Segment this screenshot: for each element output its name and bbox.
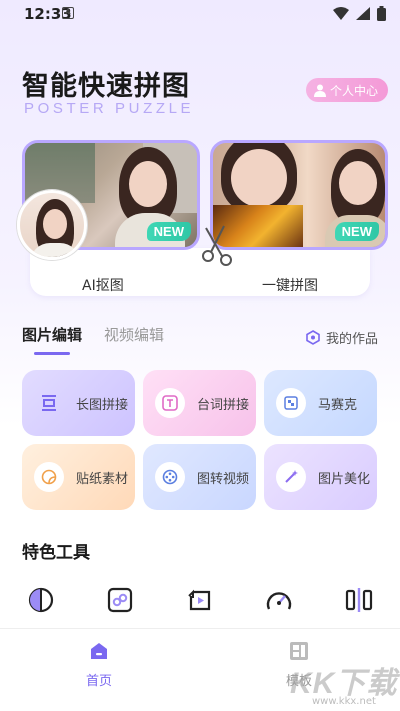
tool-image-to-video[interactable]: 图转视频 xyxy=(143,444,256,510)
nav-home-label: 首页 xyxy=(86,674,113,689)
status-bar: 12:33 A xyxy=(0,0,400,28)
portrait-face xyxy=(129,161,167,207)
portrait-face xyxy=(231,149,287,207)
ai-cutout-label: AI抠图 xyxy=(82,278,124,294)
nav-home[interactable]: 首页 xyxy=(86,640,112,689)
special-tools-title: 特色工具 xyxy=(22,543,90,563)
tool-label: 图片美化 xyxy=(318,471,371,487)
tool-subtitle-stitch[interactable]: 台词拼接 xyxy=(143,370,256,436)
rotate-video-icon[interactable] xyxy=(186,586,214,614)
tool-label: 图转视频 xyxy=(197,471,250,487)
page-title: 智能快速拼图 xyxy=(22,71,190,102)
split-icon[interactable] xyxy=(345,586,373,614)
personal-center-button[interactable]: 个人中心 xyxy=(305,78,388,102)
one-click-collage-label: 一键拼图 xyxy=(262,278,318,294)
my-works-label: 我的作品 xyxy=(325,332,378,347)
watermark-url: www.kkx.net xyxy=(312,696,376,707)
page-subtitle: POSTER PUZZLE xyxy=(24,100,195,117)
new-badge: NEW xyxy=(146,222,191,241)
long-image-icon xyxy=(34,388,64,418)
signal-icon xyxy=(356,7,370,20)
app-notification-icon: A xyxy=(62,7,74,19)
tool-label: 贴纸素材 xyxy=(76,471,129,487)
link-icon[interactable] xyxy=(106,586,134,614)
tool-image-beautify[interactable]: 图片美化 xyxy=(264,444,377,510)
magic-wand-icon xyxy=(276,462,306,492)
new-badge: NEW xyxy=(334,222,379,241)
avatar-face xyxy=(43,209,67,239)
film-reel-icon xyxy=(155,462,185,492)
personal-center-label: 个人中心 xyxy=(329,83,378,98)
tool-long-image-stitch[interactable]: 长图拼接 xyxy=(22,370,135,436)
mosaic-icon xyxy=(276,388,306,418)
home-icon xyxy=(91,643,107,659)
tool-sticker-material[interactable]: 贴纸素材 xyxy=(22,444,135,510)
sticker-icon xyxy=(34,462,64,492)
edit-tabs: 图片编辑 视频编辑 xyxy=(22,324,164,355)
hexagon-icon xyxy=(306,330,320,345)
portrait-face-2 xyxy=(339,161,377,205)
tab-image-edit[interactable]: 图片编辑 xyxy=(22,324,82,355)
tool-label: 马赛克 xyxy=(318,397,358,413)
battery-icon xyxy=(377,6,386,21)
cutout-avatar xyxy=(17,190,87,260)
user-icon xyxy=(313,84,326,97)
contrast-icon[interactable] xyxy=(27,586,55,614)
text-t-icon xyxy=(155,388,185,418)
wifi-icon xyxy=(333,7,349,20)
tab-video-edit[interactable]: 视频编辑 xyxy=(104,324,164,345)
my-works-link[interactable]: 我的作品 xyxy=(306,328,378,347)
tool-label: 台词拼接 xyxy=(197,397,250,413)
speed-gauge-icon[interactable] xyxy=(265,586,293,614)
tool-mosaic[interactable]: 马赛克 xyxy=(264,370,377,436)
scissors-icon xyxy=(202,225,232,266)
tool-label: 长图拼接 xyxy=(76,397,129,413)
one-click-collage-card[interactable]: NEW xyxy=(210,140,388,250)
system-icons xyxy=(333,6,386,21)
